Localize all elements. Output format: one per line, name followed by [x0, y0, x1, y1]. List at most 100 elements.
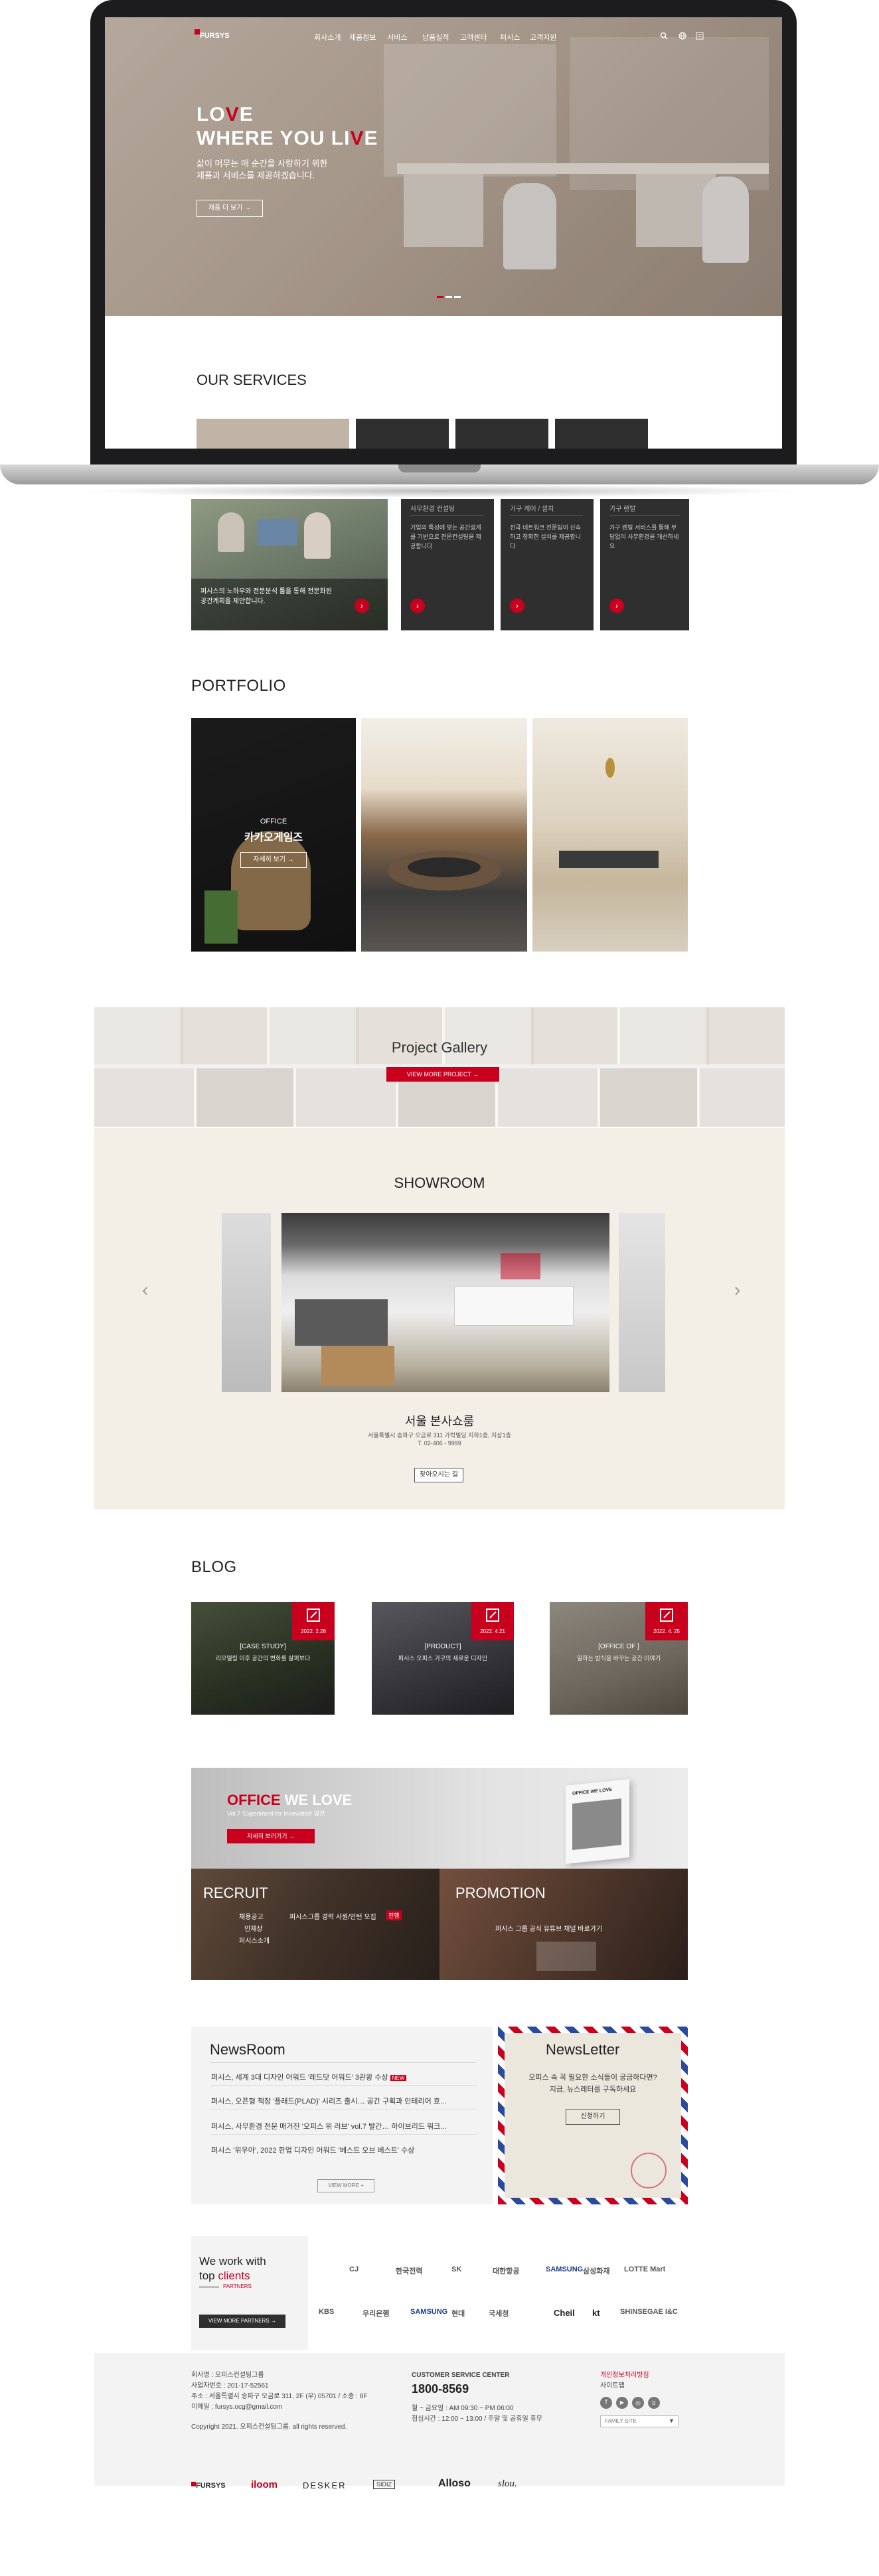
newsroom-more-button[interactable]: VIEW MORE + — [317, 2179, 374, 2192]
recruit-title: RECRUIT — [203, 1885, 268, 1901]
brand-logo[interactable]: SIDIZ — [373, 2480, 396, 2489]
nav-item[interactable]: 회사소개 — [314, 32, 341, 42]
search-icon[interactable] — [660, 32, 668, 40]
news-item[interactable]: 퍼시스, 오픈형 책장 '플래드(PLAD)' 시리즈 출시… 공간 구획과 인… — [211, 2096, 477, 2106]
blog-tag: [PRODUCT] — [424, 1643, 461, 1650]
portfolio-thumb[interactable] — [361, 718, 527, 952]
blog-card[interactable]: [PRODUCT] 퍼시스 오피스 가구의 새로운 디자인 2022. 4.21 — [372, 1602, 514, 1715]
chevron-left-icon[interactable]: ‹ — [142, 1279, 148, 1301]
hero-headline-1: LOVE — [197, 104, 254, 125]
brand-logo[interactable]: slou. — [498, 2478, 517, 2490]
showroom-main-image[interactable] — [281, 1213, 609, 1392]
nav-item[interactable]: 납품실적 — [422, 32, 449, 42]
arrow-right-icon[interactable]: › — [410, 599, 425, 613]
youtube-icon[interactable]: ▶ — [616, 2397, 628, 2409]
nav-item[interactable]: 서비스 — [387, 32, 407, 42]
newsletter-title: NewsLetter — [546, 2041, 620, 2058]
blog-date: 2022. 4. 25 — [653, 1628, 680, 1634]
blog-date-badge: 2022. 4. 25 — [645, 1602, 688, 1640]
nav-item[interactable]: 퍼시스 — [500, 32, 520, 42]
recruit-link[interactable]: 채용공고 — [239, 1911, 264, 1921]
promotion-panel[interactable]: PROMOTION 퍼시스 그룹 공식 유튜브 채널 바로가기 — [440, 1869, 688, 1980]
brand-logo[interactable]: iloom — [251, 2479, 278, 2490]
laptop-screen: FURSYS 회사소개 제품정보 서비스 납품실적 고객센터 퍼시스 고객지원 … — [105, 17, 782, 449]
service-card-desc: 전국 네트워크 전문팀이 신속하고 정확한 설치를 제공합니다 — [510, 524, 581, 549]
gallery-strip: Project Gallery VIEW MORE PROJECT → — [94, 1007, 785, 1127]
cs-title: CUSTOMER SERVICE CENTER — [412, 2372, 510, 2379]
footer-address: 주소 : 서울특별시 송파구 오금로 311, 2F (우) 05701 / 소… — [191, 2393, 368, 2400]
hero-sub-2: 제품과 서비스를 제공하겠습니다. — [197, 171, 315, 180]
brand-logo[interactable]: DESKER — [303, 2480, 346, 2490]
hero-headline-2: WHERE YOU LIVE — [197, 127, 378, 149]
logo-text: FURSYS — [200, 32, 230, 40]
blog-icon[interactable]: b — [648, 2397, 660, 2409]
recruit-link[interactable]: 인재상 — [244, 1923, 263, 1933]
hero-cta-button[interactable]: 제품 더 보기 → — [197, 200, 263, 217]
chevron-right-icon[interactable]: › — [734, 1279, 740, 1301]
recruit-panel[interactable]: RECRUIT 채용공고 퍼시스그룹 경력 사원/인턴 모집 진행 인재상 퍼시… — [191, 1869, 440, 1980]
family-site-select[interactable]: FAMILY SITE ▼ — [600, 2415, 679, 2427]
office-we-love-banner[interactable]: OFFICE WE LOVE Vol.7 'Experiment for Inn… — [191, 1768, 688, 1869]
service-card[interactable]: 가구 렌탈 가구 렌탈 서비스를 통해 부담없이 사무환경을 개선하세요 › — [600, 499, 689, 630]
showroom-tel: T. 02-406 - 9999 — [418, 1440, 461, 1447]
banner-sub: Vol.7 'Experiment for Innovation' 발간 — [227, 1810, 325, 1817]
partners-more-button[interactable]: VIEW MORE PARTNERS → — [199, 2315, 285, 2328]
service-card[interactable]: 사무환경 컨설팅 기업의 특성에 맞는 공간설계를 기반으로 전문컨설팅을 제공… — [401, 499, 494, 630]
page-canvas: FURSYS 회사소개 제품정보 서비스 납품실적 고객센터 퍼시스 고객지원 … — [0, 0, 879, 2576]
pencil-icon — [660, 1609, 673, 1622]
logo[interactable]: FURSYS — [195, 29, 248, 40]
laptop-notch — [398, 465, 481, 472]
newsroom-panel: NewsRoom — [191, 2027, 493, 2204]
clients-title-1: We work with — [199, 2255, 266, 2267]
showroom-direction-button[interactable]: 찾아오시는 길 — [414, 1468, 463, 1482]
arrow-right-icon[interactable]: › — [355, 599, 369, 613]
nav-item[interactable]: 고객지원 — [530, 32, 556, 42]
portfolio-more-button[interactable]: 자세히 보기 → — [240, 852, 307, 868]
brand-logo[interactable]: FURSYS — [191, 2482, 226, 2490]
menu-icon[interactable] — [696, 32, 704, 40]
arrow-right-icon[interactable]: › — [609, 599, 624, 613]
pager-dot[interactable] — [445, 296, 452, 298]
magazine-title: OFFICE WE LOVE — [572, 1787, 612, 1796]
brand-logo[interactable]: Alloso — [438, 2478, 471, 2490]
globe-icon[interactable] — [679, 32, 686, 40]
nav-item[interactable]: 제품정보 — [349, 32, 376, 42]
client-logo: KBS — [319, 2308, 335, 2316]
clients-box: We work with top clients PARTNERS VIEW M… — [191, 2236, 308, 2350]
nav-item[interactable]: 고객센터 — [460, 32, 487, 42]
sns-icons: f ▶ ◎ b — [600, 2397, 667, 2410]
cs-phone: 1800-8569 — [412, 2382, 469, 2396]
facebook-icon[interactable]: f — [600, 2397, 612, 2409]
recruit-link[interactable]: 퍼시스그룹 경력 사원/인턴 모집 — [289, 1911, 376, 1921]
news-item[interactable]: 퍼시스 '위우아', 2022 한업 디자인 어워드 '베스트 오브 베스트' … — [211, 2145, 477, 2155]
recruit-link[interactable]: 퍼시스소개 — [239, 1935, 270, 1945]
portfolio-featured[interactable]: OFFICE 카카오게임즈 자세히 보기 → — [191, 718, 356, 952]
pager-dot[interactable] — [437, 296, 443, 298]
gallery-more-button[interactable]: VIEW MORE PROJECT → — [386, 1067, 499, 1082]
sitemap-link[interactable]: 사이트맵 — [600, 2381, 625, 2392]
newsroom-title: NewsRoom — [210, 2041, 285, 2058]
arrow-right-icon[interactable]: › — [510, 599, 524, 613]
client-logo: kt — [592, 2308, 600, 2318]
client-logo: CJ — [349, 2265, 359, 2273]
promotion-link[interactable]: 퍼시스 그룹 공식 유튜브 채널 바로가기 — [495, 1923, 602, 1933]
banner-button[interactable]: 자세히 보러가기 → — [227, 1829, 315, 1843]
privacy-link[interactable]: 개인정보처리방침 — [600, 2370, 649, 2381]
video-thumb — [536, 1942, 596, 1971]
blog-card[interactable]: [OFFICE OF ] 일하는 방식을 바꾸는 공간 이야기 2022. 4.… — [550, 1602, 688, 1715]
service-main-card[interactable]: 퍼시스의 노하우와 전문분석 툴을 통해 전문화된 공간계획을 제안합니다. › — [191, 499, 388, 630]
portfolio-thumb[interactable] — [532, 718, 688, 952]
footer-bizno: 사업자번호 : 201-17-52561 — [191, 2382, 269, 2390]
blog-card[interactable]: [CASE STUDY] 리모델링 이후 공간의 변화를 살펴보다 2022. … — [191, 1602, 335, 1715]
hero-banner: FURSYS 회사소개 제품정보 서비스 납품실적 고객센터 퍼시스 고객지원 … — [105, 17, 782, 316]
instagram-icon[interactable]: ◎ — [632, 2397, 644, 2409]
newsletter-panel[interactable]: NewsLetter 오피스 속 꼭 필요한 소식들이 궁금하다면? 지금, 뉴… — [498, 2027, 688, 2204]
service-card[interactable]: 가구 케어 / 설치 전국 네트워크 전문팀이 신속하고 정확한 설치를 제공합… — [501, 499, 594, 630]
showroom-name: 서울 본사쇼룸 — [404, 1415, 475, 1428]
pager-dot[interactable] — [454, 296, 461, 298]
news-item[interactable]: 퍼시스, 사무환경 전문 매거진 '오피스 위 러브' vol.7 발간… 하이… — [211, 2121, 477, 2131]
newsletter-subscribe-button[interactable]: 신청하기 — [566, 2109, 620, 2125]
logo-mark-icon — [191, 2482, 196, 2486]
blog-date: 2022. 4.21 — [480, 1628, 505, 1634]
news-item[interactable]: 퍼시스, 세계 3대 디자인 어워드 '레드닷 어워드' 3관왕 수상 NEW — [211, 2072, 477, 2082]
